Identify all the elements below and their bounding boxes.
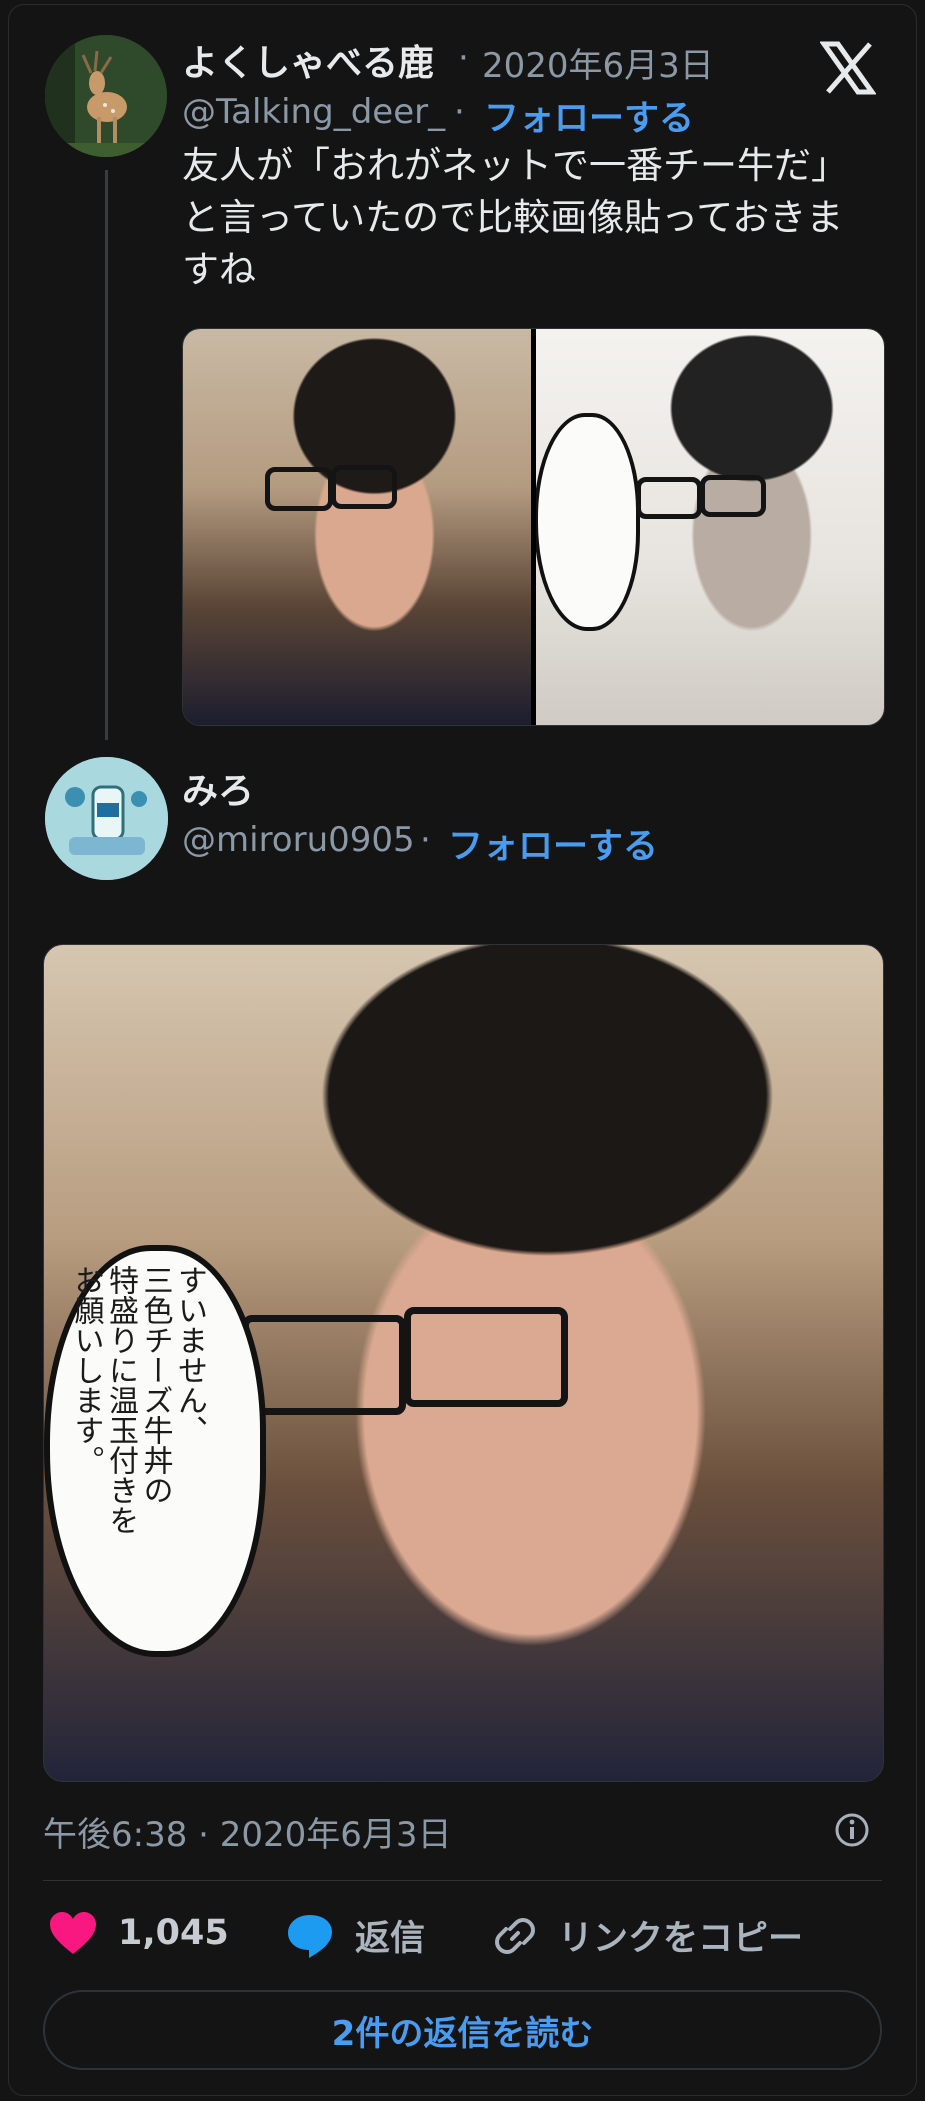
- glasses-shape: [265, 467, 333, 511]
- tweet-text-line: すね: [182, 248, 256, 291]
- reply-button[interactable]: 返信: [285, 1910, 425, 1961]
- author-handle[interactable]: @Talking_deer_: [182, 92, 445, 132]
- copy-link-label: リンクをコピー: [558, 1919, 804, 1959]
- reply-follow-button[interactable]: フォローする: [448, 818, 658, 869]
- speech-line: お願いします。: [68, 1265, 104, 1475]
- read-replies-button[interactable]: 2件の返信を読む: [43, 1990, 882, 2070]
- reply-author-name[interactable]: みろ: [182, 762, 254, 814]
- tweet-media-grid[interactable]: [182, 328, 885, 726]
- reply-media-photo[interactable]: すいません、 三色チーズ牛丼の 特盛りに温玉付きを お願いします。: [43, 944, 884, 1782]
- likes-count: 1,045: [118, 1913, 229, 1953]
- glasses-shape: [636, 477, 702, 519]
- tweet-text-line: と言っていたので比較画像貼っておきま: [182, 196, 844, 239]
- deer-avatar-image: [45, 35, 167, 157]
- glasses-shape: [331, 465, 397, 509]
- info-icon[interactable]: [834, 1812, 870, 1848]
- reply-label: 返信: [355, 1919, 426, 1959]
- footer-divider: [43, 1880, 882, 1881]
- tweet-text-line: 友人が「おれがネットで一番チー牛だ」: [182, 144, 848, 187]
- follow-button[interactable]: フォローする: [484, 90, 694, 141]
- illustration-speech-bubble: [536, 413, 640, 631]
- reply-author-handle[interactable]: @miroru0905: [182, 820, 415, 860]
- speech-line: 特盛りに温玉付きを: [103, 1265, 138, 1535]
- glasses-shape: [404, 1307, 568, 1407]
- speech-bubble-text: すいません、 三色チーズ牛丼の 特盛りに温玉付きを お願いします。: [68, 1265, 208, 1635]
- speech-line: すいません、: [172, 1265, 207, 1445]
- tweet-body: 友人が「おれがネットで一番チー牛だ」 と言っていたので比較画像貼っておきま すね: [182, 140, 882, 296]
- reply-handle-separator: ·: [420, 820, 431, 860]
- speech-line: 三色チーズ牛丼の: [137, 1265, 173, 1505]
- thread-connector-line: [105, 170, 108, 740]
- x-logo-icon[interactable]: [819, 40, 877, 96]
- tweet-date[interactable]: 2020年6月3日: [482, 38, 714, 87]
- link-icon: [495, 1917, 535, 1954]
- copy-link-button[interactable]: リンクをコピー: [492, 1910, 803, 1961]
- reply-author-avatar[interactable]: [45, 757, 168, 880]
- media-illustration[interactable]: [536, 329, 884, 725]
- glasses-shape: [700, 475, 766, 517]
- author-name[interactable]: よくしゃべる鹿: [182, 34, 434, 86]
- heart-icon: [50, 1912, 96, 1954]
- like-button[interactable]: 1,045: [48, 1910, 229, 1956]
- media-photo-real[interactable]: [183, 329, 531, 725]
- header-separator: ·: [458, 38, 469, 78]
- tweet-timestamp[interactable]: 午後6:38 · 2020年6月3日: [43, 1807, 452, 1856]
- handle-separator: ·: [454, 92, 465, 132]
- glasses-shape: [242, 1315, 406, 1415]
- author-avatar-deer[interactable]: [45, 35, 167, 157]
- speech-bubble-icon: [288, 1914, 332, 1958]
- miroru-avatar-image: [45, 757, 168, 880]
